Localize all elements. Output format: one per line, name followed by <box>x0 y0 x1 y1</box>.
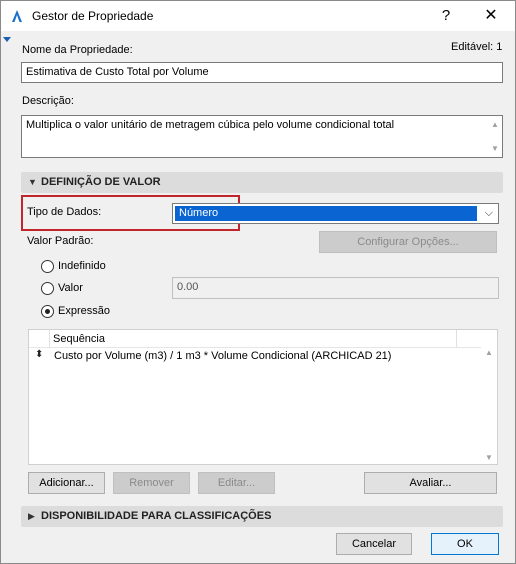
remove-button[interactable]: Remover <box>113 472 190 494</box>
scroll-up-icon[interactable]: ▲ <box>485 348 493 357</box>
cancel-button[interactable]: Cancelar <box>336 533 412 555</box>
evaluate-button[interactable]: Avaliar... <box>364 472 497 494</box>
help-icon[interactable]: ? <box>431 5 461 27</box>
archicad-app-icon <box>12 10 22 22</box>
editable-count: Editável: 1 <box>451 41 503 53</box>
radio-button[interactable] <box>41 260 54 273</box>
drag-handle-icon[interactable]: ⬍ <box>35 349 43 360</box>
default-value-label: Valor Padrão: <box>27 235 94 247</box>
scroll-down-icon[interactable]: ▼ <box>491 144 499 153</box>
expanded-triangle-icon: ▼ <box>28 177 37 187</box>
add-button[interactable]: Adicionar... <box>28 472 105 494</box>
value-definition-section-header[interactable]: ▼ DEFINIÇÃO DE VALOR <box>21 172 503 193</box>
close-icon[interactable]: ✕ <box>476 5 506 27</box>
data-type-select[interactable]: Número ⌵ <box>172 203 499 224</box>
data-type-label: Tipo de Dados: <box>27 206 102 218</box>
ok-button[interactable]: OK <box>431 533 499 555</box>
configure-options-button[interactable]: Configurar Opções... <box>319 231 497 253</box>
list-item[interactable]: ⬍ Custo por Volume (m3) / 1 m3 * Volume … <box>29 348 481 365</box>
property-manager-dialog: Gestor de Propriedade ? ✕ Nome da Propri… <box>0 0 516 564</box>
list-header: Sequência <box>29 330 481 348</box>
property-name-label: Nome da Propriedade: <box>22 44 133 56</box>
list-scrollbar[interactable]: ▲ ▼ <box>481 330 497 464</box>
window-title: Gestor de Propriedade <box>32 9 154 23</box>
value-definition-title: DEFINIÇÃO DE VALOR <box>41 176 161 188</box>
radio-label: Expressão <box>58 305 110 317</box>
description-textarea[interactable]: Multiplica o valor unitário de metragem … <box>21 115 503 158</box>
radio-label: Valor <box>58 282 83 294</box>
column-separator <box>49 330 50 348</box>
scroll-down-icon[interactable]: ▼ <box>485 453 493 462</box>
scroll-up-icon[interactable]: ▲ <box>491 120 499 129</box>
column-separator <box>456 330 457 348</box>
radio-label: Indefinido <box>58 260 106 272</box>
collapse-arrow-icon[interactable] <box>3 37 11 42</box>
default-value-input[interactable]: 0.00 <box>172 277 499 299</box>
expression-list[interactable]: Sequência ⬍ Custo por Volume (m3) / 1 m3… <box>28 329 498 465</box>
description-label: Descrição: <box>22 95 74 107</box>
radio-button[interactable] <box>41 282 54 295</box>
dialog-content: Nome da Propriedade: Editável: 1 Estimat… <box>1 31 515 563</box>
description-text: Multiplica o valor unitário de metragem … <box>26 119 395 131</box>
expression-text: Custo por Volume (m3) / 1 m3 * Volume Co… <box>54 350 392 362</box>
radio-button-checked[interactable] <box>41 305 54 318</box>
title-bar: Gestor de Propriedade ? ✕ <box>1 1 515 31</box>
data-type-selected-value: Número <box>175 206 477 221</box>
collapsed-triangle-icon: ▶ <box>28 511 35 521</box>
sequence-column-header: Sequência <box>53 333 105 345</box>
edit-button[interactable]: Editar... <box>198 472 275 494</box>
classification-title: DISPONIBILIDADE PARA CLASSIFICAÇÕES <box>41 510 272 522</box>
description-scrollbar[interactable]: ▲ ▼ <box>488 116 502 157</box>
classification-section-header[interactable]: ▶ DISPONIBILIDADE PARA CLASSIFICAÇÕES <box>21 506 503 527</box>
property-name-input[interactable]: Estimativa de Custo Total por Volume <box>21 62 503 83</box>
chevron-down-icon: ⌵ <box>484 207 493 219</box>
